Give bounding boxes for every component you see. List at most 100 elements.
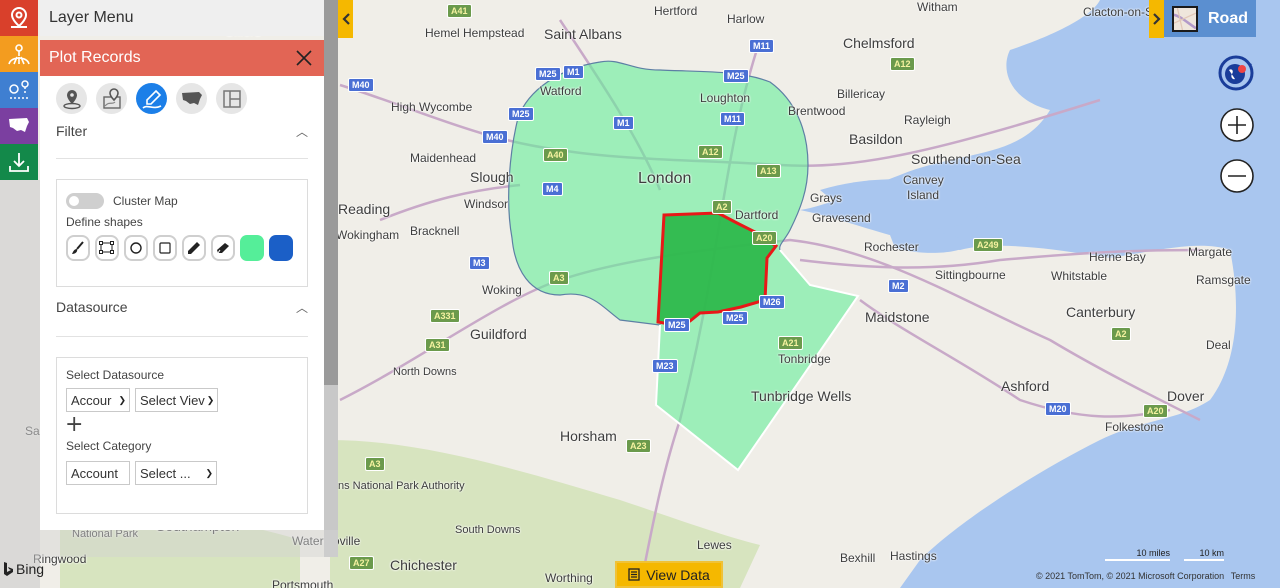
stroke-color-swatch[interactable]	[269, 235, 293, 261]
panel-scrollbar[interactable]	[324, 0, 338, 557]
bing-logo: Bing	[3, 561, 44, 577]
road-shield: M11	[720, 112, 746, 126]
rail-routing-button[interactable]	[0, 72, 38, 108]
road-shield: A31	[425, 338, 450, 352]
place-label: Canterbury	[1066, 304, 1136, 320]
place-label: Bexhill	[840, 551, 876, 565]
rail-proximity-button[interactable]	[0, 36, 38, 72]
download-icon	[9, 153, 29, 172]
category-entity-input[interactable]: Account	[66, 461, 130, 485]
zoom-out-icon[interactable]	[1219, 158, 1255, 194]
place-label: Dartford	[735, 208, 779, 222]
tool-icon-row	[40, 76, 324, 114]
cluster-map-label: Cluster Map	[113, 194, 178, 208]
road-shield: A12	[890, 57, 915, 71]
map-style-road-button[interactable]: Road	[1164, 0, 1256, 37]
map-scale: 10 miles 10 km	[1105, 548, 1224, 561]
list-document-icon	[628, 568, 640, 581]
tool-pin-map-button[interactable]	[96, 83, 127, 114]
place-label: Ashford	[1001, 378, 1050, 394]
view-select[interactable]: Select Viev ❯	[135, 388, 218, 412]
road-shield: A2	[712, 200, 732, 214]
chevron-up-icon[interactable]: ︿	[296, 299, 308, 316]
rail-plot-records-button[interactable]	[0, 0, 38, 36]
entity-select[interactable]: Accour ❯	[66, 388, 130, 412]
place-label: Harlow	[727, 12, 765, 26]
terms-link[interactable]: Terms	[1231, 571, 1256, 581]
add-datasource-plus-icon[interactable]: +	[57, 412, 83, 436]
datasource-box: Select Datasource Accour ❯ Select Viev ❯ +…	[56, 357, 308, 514]
place-label: Billericay	[837, 87, 886, 101]
map-pin-icon	[10, 6, 28, 28]
place-label: Woking	[482, 283, 522, 297]
tool-layout-button[interactable]	[216, 83, 247, 114]
place-label: Canvey	[903, 173, 944, 187]
brush-tool-button[interactable]	[66, 235, 90, 261]
road-shield: M20	[1045, 402, 1071, 416]
datasource-section-header[interactable]: Datasource ︿	[40, 295, 324, 319]
panel-title: Plot Records	[49, 49, 141, 66]
place-label: Chelmsford	[843, 35, 915, 51]
tool-pin-button[interactable]	[56, 83, 87, 114]
road-shield: M1	[613, 116, 634, 130]
chevron-up-icon[interactable]: ︿	[296, 123, 308, 140]
select-datasource-label: Select Datasource	[66, 368, 165, 382]
eraser-icon	[217, 243, 229, 254]
road-shield: A12	[698, 145, 723, 159]
place-label: Gravesend	[812, 211, 871, 225]
place-label: High Wycombe	[391, 100, 473, 114]
rail-territory-button[interactable]	[0, 108, 38, 144]
brush-icon	[72, 241, 84, 254]
place-label: Sittingbourne	[935, 268, 1006, 282]
map-style-expand-button[interactable]	[1149, 0, 1164, 38]
place-label: Margate	[1188, 245, 1233, 259]
rail-overlay	[0, 180, 40, 588]
pencil-tool-button[interactable]	[182, 235, 206, 261]
map-attribution: © 2021 TomTom, © 2021 Microsoft Corporat…	[1036, 571, 1255, 581]
place-label: Rochester	[864, 240, 919, 254]
category-select[interactable]: Select ... ❯	[135, 461, 217, 485]
bing-label: Bing	[16, 561, 45, 577]
circle-tool-button[interactable]	[124, 235, 148, 261]
square-tool-button[interactable]	[153, 235, 177, 261]
place-label: Bracknell	[410, 224, 460, 238]
select-category-label: Select Category	[66, 439, 152, 453]
road-shield: A20	[752, 231, 777, 245]
place-label: Rayleigh	[904, 113, 951, 127]
scale-miles: 10 miles	[1105, 548, 1170, 561]
cluster-map-toggle[interactable]	[66, 193, 104, 209]
place-label: Witham	[917, 0, 958, 14]
locate-globe-icon[interactable]	[1218, 55, 1254, 91]
chevron-down-icon: ❯	[205, 467, 213, 478]
place-label: Windsor	[464, 197, 509, 211]
chevron-down-icon: ❯	[206, 394, 215, 405]
place-label: Chichester	[390, 557, 457, 573]
road-shield: M40	[482, 130, 508, 144]
place-label: Reading	[338, 201, 391, 217]
polygon-select-tool-button[interactable]	[95, 235, 119, 261]
overlay-section-header[interactable]: Overlay ︿	[40, 524, 324, 530]
place-label: Dover	[1167, 388, 1205, 404]
route-pins-icon	[9, 80, 29, 99]
collapse-panel-button[interactable]	[338, 0, 353, 38]
fill-color-swatch[interactable]	[240, 235, 264, 261]
rail-download-button[interactable]	[0, 144, 38, 180]
view-data-button[interactable]: View Data	[615, 561, 723, 588]
scrollbar-thumb[interactable]	[324, 0, 338, 385]
road-map-thumbnail-icon	[1172, 5, 1198, 32]
us-map-icon	[9, 118, 29, 132]
chevron-up-icon[interactable]: ︿	[296, 528, 308, 531]
filter-section-header[interactable]: Filter ︿	[40, 119, 324, 143]
close-icon[interactable]	[294, 48, 314, 68]
filter-box: Cluster Map Define shapes	[56, 179, 308, 287]
eraser-tool-button[interactable]	[211, 235, 235, 261]
road-shield: A2	[1111, 327, 1131, 341]
zoom-in-icon[interactable]	[1219, 107, 1255, 143]
tool-territory-button[interactable]	[176, 83, 207, 114]
place-label: Island	[907, 188, 940, 202]
road-shield: M11	[749, 39, 775, 53]
place-label: Hertford	[654, 4, 698, 18]
place-label: Maidstone	[865, 309, 930, 325]
tool-draw-button[interactable]	[136, 83, 167, 114]
panel-overlay	[40, 530, 338, 557]
